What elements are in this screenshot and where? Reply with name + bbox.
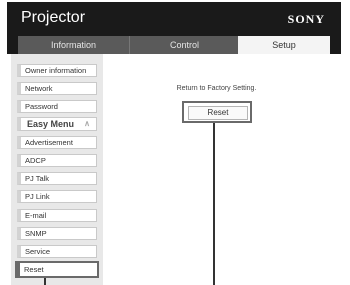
sidebar-item-snmp[interactable]: SNMP [17, 227, 97, 240]
sidebar-group-label: Easy Menu [27, 119, 75, 129]
tab-control[interactable]: Control [129, 36, 239, 54]
app-title: Projector [21, 9, 86, 26]
sidebar-item-owner-information[interactable]: Owner information [17, 64, 97, 77]
brand-logo: SONY [287, 12, 325, 26]
sidebar: Owner information Network Password Easy … [11, 54, 103, 285]
sidebar-item-password[interactable]: Password [17, 100, 97, 113]
tab-information[interactable]: Information [18, 36, 129, 54]
sidebar-item-pj-link[interactable]: PJ Link [17, 190, 97, 203]
reset-button[interactable]: Reset [188, 106, 248, 120]
sidebar-item-adcp[interactable]: ADCP [17, 154, 97, 167]
app-header: Projector SONY [7, 2, 341, 36]
sidebar-item-reset[interactable]: Reset [15, 261, 99, 278]
sidebar-item-pj-talk[interactable]: PJ Talk [17, 172, 97, 185]
sidebar-group-easy-menu[interactable]: Easy Menu ∧ [17, 117, 97, 131]
sidebar-item-service[interactable]: Service [17, 245, 97, 258]
reset-button-highlight: Reset [182, 101, 252, 123]
projector-web-ui: Projector SONY Information Control Setup… [7, 2, 341, 285]
factory-setting-text: Return to Factory Setting. [176, 85, 257, 92]
sidebar-item-email[interactable]: E-mail [17, 209, 97, 222]
chevron-up-icon: ∧ [84, 119, 90, 128]
sidebar-item-network[interactable]: Network [17, 82, 97, 95]
tab-setup[interactable]: Setup [238, 36, 330, 54]
tab-bar: Information Control Setup [7, 36, 341, 54]
main-panel: Return to Factory Setting. Reset [103, 54, 330, 285]
sidebar-item-advertisement[interactable]: Advertisement [17, 136, 97, 149]
callout-line-reset-button [213, 123, 215, 285]
callout-line-reset-item [44, 278, 46, 285]
